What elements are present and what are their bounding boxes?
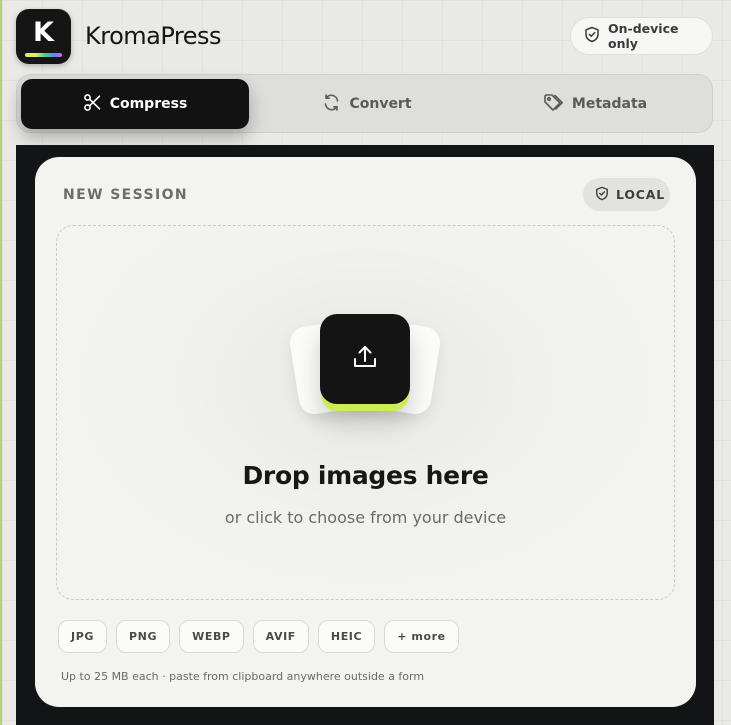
format-chip-jpg: JPG bbox=[58, 620, 107, 653]
tab-convert[interactable]: Convert bbox=[265, 79, 469, 129]
mode-tabs: Compress Convert Metadata bbox=[16, 74, 713, 133]
image-dropzone[interactable] bbox=[56, 225, 675, 600]
logo-stripe bbox=[25, 53, 62, 57]
upload-button[interactable] bbox=[320, 314, 410, 404]
tab-label: Compress bbox=[109, 96, 188, 112]
format-chip-png: PNG bbox=[115, 620, 171, 653]
format-chip-avif: AVIF bbox=[252, 620, 309, 653]
local-label: LOCAL bbox=[616, 187, 665, 202]
tab-metadata[interactable]: Metadata bbox=[493, 79, 697, 129]
app-logo: K bbox=[16, 9, 71, 64]
format-chip-heic: HEIC bbox=[317, 620, 376, 653]
session-title: NEW SESSION bbox=[63, 187, 189, 203]
privacy-label: On-device only bbox=[608, 21, 679, 51]
upload-limits-note: Up to 25 MB each · paste from clipboard … bbox=[61, 670, 425, 683]
tab-label: Convert bbox=[349, 96, 412, 112]
tab-compress[interactable]: Compress bbox=[21, 79, 249, 129]
format-list: JPG PNG WEBP AVIF HEIC + more bbox=[58, 620, 459, 653]
more-formats-button[interactable]: + more bbox=[384, 620, 459, 653]
app-name: KromaPress bbox=[85, 22, 222, 50]
dropzone-title: Drop images here bbox=[242, 461, 489, 490]
scissors-icon bbox=[83, 93, 102, 116]
tag-icon bbox=[543, 93, 564, 116]
dropzone-subtitle: or click to choose from your device bbox=[224, 508, 507, 527]
shield-check-icon bbox=[584, 26, 600, 46]
refresh-icon bbox=[322, 93, 341, 116]
shield-check-icon bbox=[595, 186, 609, 204]
format-chip-webp: WEBP bbox=[179, 620, 244, 653]
logo-letter: K bbox=[33, 17, 54, 48]
tab-label: Metadata bbox=[571, 96, 648, 112]
upload-icon bbox=[350, 342, 380, 376]
privacy-badge[interactable]: On-device only bbox=[570, 17, 713, 55]
local-badge: LOCAL bbox=[583, 178, 670, 211]
